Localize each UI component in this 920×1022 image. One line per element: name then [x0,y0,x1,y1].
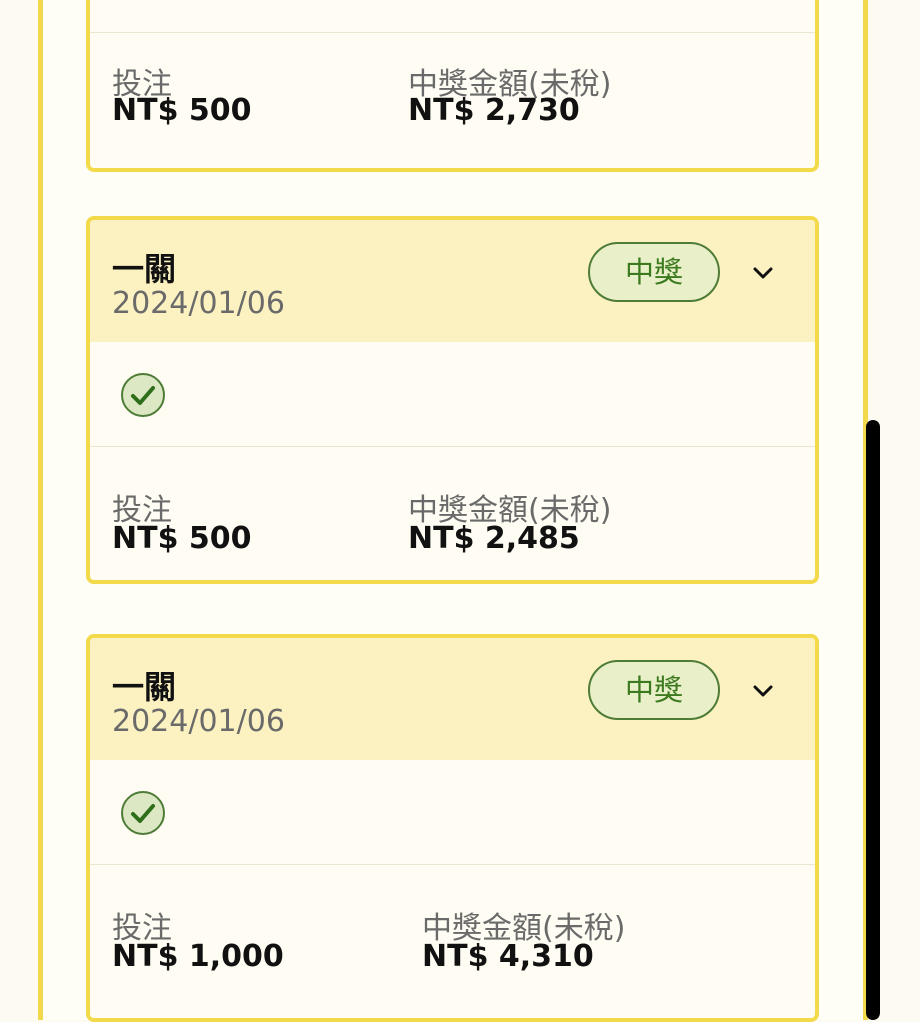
check-circle-icon [121,373,165,417]
scrollbar[interactable] [866,420,880,1020]
status-badge: 中獎 [588,242,720,302]
card-summary: 投注 NT$ 500 中獎金額(未稅) NT$ 2,485 [90,447,815,579]
card-header[interactable]: 一關 2024/01/06 中獎 [90,638,815,760]
prize-amount: NT$ 2,730 [408,93,580,128]
card-detail [90,760,815,865]
bet-type-title: 一關 [112,668,177,706]
bet-card: 一關 2024/01/06 中獎 投注 NT$ 500 中獎金額(未稅) NT$… [86,216,819,584]
card-summary: 投注 NT$ 1,000 中獎金額(未稅) NT$ 4,310 [90,865,815,997]
prize-amount: NT$ 4,310 [422,939,594,974]
bet-date: 2024/01/06 [112,704,285,739]
status-badge: 中獎 [588,660,720,720]
bet-type-title: 一關 [112,250,177,288]
card-detail [90,342,815,447]
card-header[interactable]: 一關 2024/01/06 中獎 [90,220,815,342]
bet-amount: NT$ 500 [112,93,252,128]
chevron-down-icon[interactable] [750,678,776,704]
bet-amount: NT$ 1,000 [112,939,284,974]
bet-card: 一關 2024/01/06 中獎 投注 NT$ 1,000 中獎金額(未稅) N… [86,634,819,1022]
check-circle-icon [121,791,165,835]
bet-amount: NT$ 500 [112,521,252,556]
bet-card: 投注 NT$ 500 中獎金額(未稅) NT$ 2,730 [86,0,819,172]
prize-amount: NT$ 2,485 [408,521,580,556]
chevron-down-icon[interactable] [750,260,776,286]
bet-date: 2024/01/06 [112,286,285,321]
card-summary: 投注 NT$ 500 中獎金額(未稅) NT$ 2,730 [90,33,815,165]
card-mid-section [90,0,815,33]
